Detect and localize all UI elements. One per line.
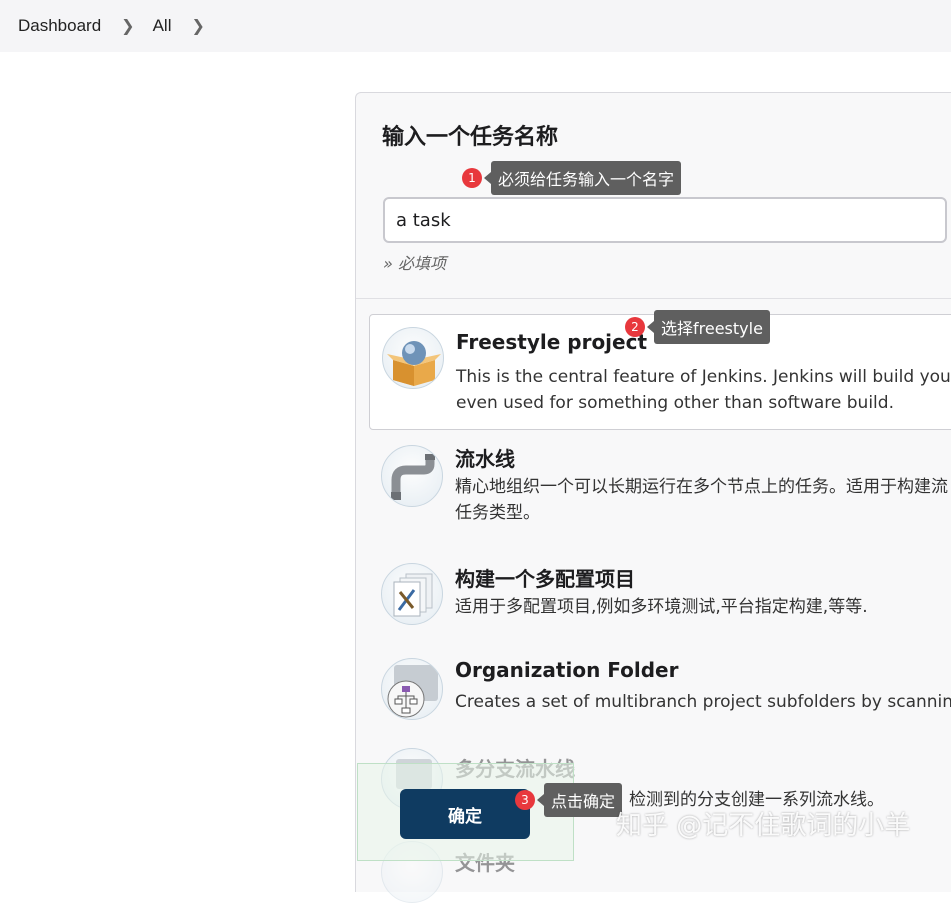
item-type-multi-config[interactable]: 构建一个多配置项目 适用于多配置项目,例如多环境测试,平台指定构建,等等. — [369, 553, 951, 645]
callout-number: 2 — [625, 317, 645, 337]
chevron-right-icon[interactable]: ❯ — [121, 16, 134, 36]
freestyle-box-icon — [382, 327, 444, 389]
item-type-organization-folder[interactable]: Organization Folder Creates a set of mul… — [369, 648, 951, 738]
item-name: Freestyle project — [456, 330, 648, 354]
organization-folder-icon — [381, 658, 443, 720]
callout-arrow-icon — [647, 321, 654, 333]
watermark: 知乎 @记不住歌词的小羊 — [616, 811, 911, 841]
item-desc: Creates a set of multibranch project sub… — [455, 689, 951, 715]
item-desc-line: Creates a set of multibranch project sub… — [455, 692, 951, 712]
callout-3: 3 点击确定 — [515, 783, 623, 817]
callout-number: 1 — [462, 168, 482, 188]
required-hint: » 必填项 — [383, 254, 446, 273]
item-name: Organization Folder — [455, 658, 679, 682]
callout-2: 2 选择freestyle — [625, 310, 770, 344]
ok-button[interactable]: 确定 — [400, 789, 530, 839]
item-type-pipeline[interactable]: 流水线 精心地组织一个可以长期运行在多个节点上的任务。适用于构建流 任务类型。 — [369, 433, 951, 543]
item-desc-line: 任务类型。 — [455, 503, 540, 523]
callout-number: 3 — [515, 790, 535, 810]
callout-tip: 点击确定 — [544, 783, 623, 817]
item-desc: 精心地组织一个可以长期运行在多个节点上的任务。适用于构建流 任务类型。 — [455, 474, 948, 526]
chevron-right-icon[interactable]: ❯ — [191, 16, 204, 36]
item-desc-line: This is the central feature of Jenkins. … — [456, 367, 951, 387]
breadcrumb-dashboard[interactable]: Dashboard — [18, 16, 101, 36]
callout-1: 1 必须给任务输入一个名字 — [462, 161, 682, 195]
pipeline-icon — [381, 445, 443, 507]
breadcrumb-all[interactable]: All — [153, 16, 172, 36]
item-name-input[interactable] — [383, 197, 947, 243]
item-name-section: 输入一个任务名称 » 必填项 — [356, 93, 951, 299]
callout-tip: 选择freestyle — [654, 310, 770, 344]
item-name: 构建一个多配置项目 — [455, 567, 635, 591]
item-desc-line: 精心地组织一个可以长期运行在多个节点上的任务。适用于构建流 — [455, 477, 948, 497]
item-name: 流水线 — [455, 447, 515, 471]
item-desc-line: 适用于多配置项目,例如多环境测试,平台指定构建,等等. — [455, 597, 868, 617]
multi-config-icon — [381, 563, 443, 625]
breadcrumb: Dashboard ❯ All ❯ — [0, 0, 951, 52]
item-desc: 适用于多配置项目,例如多环境测试,平台指定构建,等等. — [455, 594, 868, 620]
item-desc-line: even used for something other than softw… — [456, 393, 894, 413]
section-title: 输入一个任务名称 — [382, 125, 559, 150]
callout-arrow-icon — [484, 172, 491, 184]
callout-tip: 必须给任务输入一个名字 — [491, 161, 682, 195]
item-desc: This is the central feature of Jenkins. … — [456, 364, 951, 416]
callout-arrow-icon — [537, 794, 544, 806]
